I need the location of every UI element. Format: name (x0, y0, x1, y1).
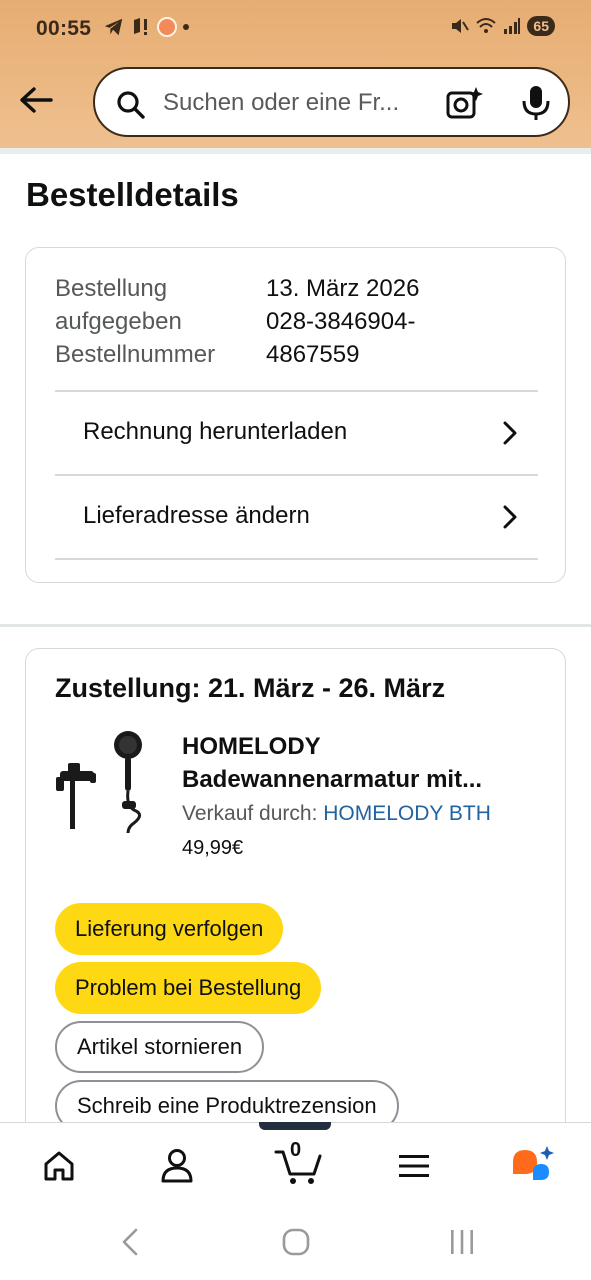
product-title[interactable]: Badewannenarmatur mit... (182, 766, 522, 794)
change-address-row[interactable]: Lieferadresse ändern (55, 476, 538, 560)
camera-search-icon[interactable] (445, 85, 483, 123)
product-image[interactable] (54, 729, 154, 833)
order-info-card: Bestellung aufgegeben Bestellnummer 13. … (25, 247, 566, 583)
product-brand[interactable]: HOMELODY (182, 733, 321, 761)
nav-home[interactable] (34, 1141, 84, 1191)
download-invoice-row[interactable]: Rechnung herunterladen (55, 392, 538, 476)
order-info-values: 13. März 2026 028-3846904- 4867559 (266, 272, 419, 371)
recents-icon (451, 1230, 473, 1254)
nav-rufus[interactable] (507, 1141, 557, 1191)
account-icon (161, 1149, 193, 1183)
page-title: Bestelldetails (26, 176, 239, 213)
back-button[interactable] (16, 80, 56, 120)
row-divider (55, 558, 538, 560)
system-nav-bar (0, 1204, 591, 1280)
track-delivery-button[interactable]: Lieferung verfolgen (55, 903, 284, 955)
search-input[interactable]: Suchen oder eine Fr... (93, 67, 570, 137)
header-divider (0, 148, 591, 154)
notification-alert-icon (134, 18, 147, 35)
bottom-nav: 0 (0, 1122, 591, 1204)
wifi-icon (476, 18, 497, 33)
status-bar: 00:55 65 (0, 0, 591, 60)
signal-icon (504, 18, 521, 34)
chevron-right-icon (503, 505, 517, 529)
order-info-labels: Bestellung aufgegeben Bestellnummer (55, 272, 215, 371)
battery-level: 65 (527, 16, 555, 36)
search-placeholder: Suchen oder eine Fr... (163, 89, 400, 116)
chevron-right-icon (503, 421, 517, 445)
section-divider (0, 624, 591, 627)
seller-prefix: Verkauf durch: (182, 802, 324, 825)
order-number-label: Bestellnummer (55, 341, 216, 368)
cart-count: 0 (290, 1139, 302, 1161)
order-number-value-part2: 4867559 (266, 341, 360, 368)
change-address-label: Lieferadresse ändern (83, 502, 310, 529)
product-price: 49,99€ (182, 837, 244, 859)
system-recents-button[interactable] (442, 1224, 482, 1260)
arrow-left-icon (20, 87, 53, 113)
nav-menu[interactable] (389, 1141, 439, 1191)
order-number-value-part1: 028-3846904- (266, 308, 416, 335)
telegram-icon (104, 18, 123, 36)
home-icon (44, 1151, 74, 1181)
microphone-icon[interactable] (521, 84, 551, 122)
mute-icon (452, 19, 470, 33)
delivery-card: Zustellung: 21. März - 26. März HOMELODY… (25, 648, 566, 1168)
menu-icon (399, 1155, 429, 1177)
status-system-icons: 65 (449, 16, 555, 36)
order-problem-button[interactable]: Problem bei Bestellung (55, 962, 322, 1014)
cancel-items-button[interactable]: Artikel stornieren (55, 1021, 265, 1073)
order-date-value: 13. März 2026 (266, 275, 420, 302)
status-time: 00:55 (36, 17, 92, 40)
seller-line: Verkauf durch: HOMELODY BTH (182, 802, 491, 826)
system-back-button[interactable] (110, 1224, 150, 1260)
status-notification-icons (103, 16, 189, 38)
active-tab-indicator (259, 1122, 331, 1130)
system-home-button[interactable] (276, 1224, 316, 1260)
download-invoice-label: Rechnung herunterladen (83, 418, 348, 445)
back-icon (122, 1228, 138, 1256)
rufus-ai-icon (513, 1146, 554, 1180)
seller-link[interactable]: HOMELODY BTH (323, 802, 491, 825)
order-placed-label: aufgegeben (55, 308, 182, 335)
home-circle-icon (282, 1228, 310, 1256)
search-icon (117, 91, 145, 119)
app-notification-icon (157, 17, 177, 37)
more-notifications-icon (183, 24, 189, 30)
order-date-label: Bestellung (55, 275, 168, 302)
app-header: 00:55 65 Suchen oder eine Fr... (0, 0, 591, 148)
nav-account[interactable] (152, 1141, 202, 1191)
delivery-heading: Zustellung: 21. März - 26. März (55, 673, 446, 703)
